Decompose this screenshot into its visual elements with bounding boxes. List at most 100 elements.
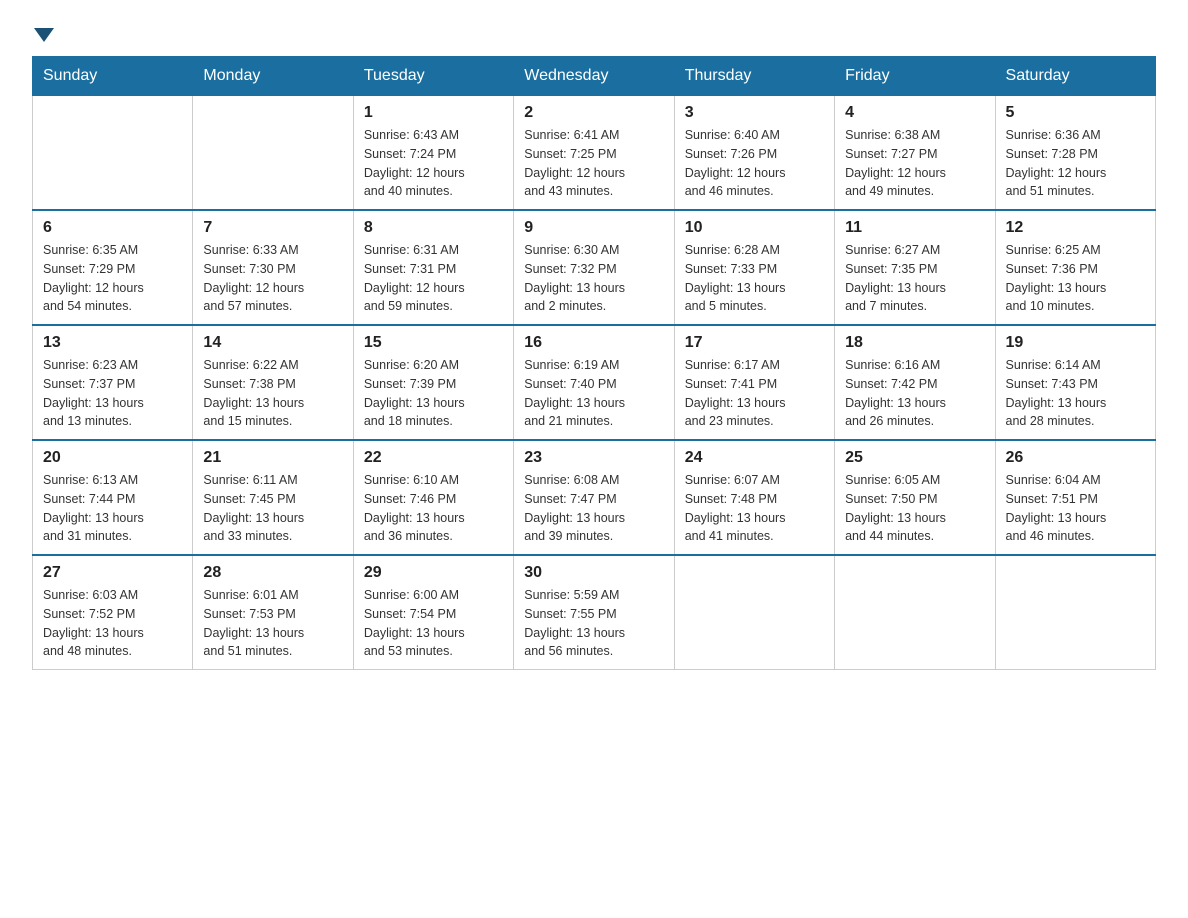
calendar-week-row: 6 Sunrise: 6:35 AMSunset: 7:29 PMDaylight… <box>33 210 1156 325</box>
day-info: Sunrise: 6:04 AMSunset: 7:51 PMDaylight:… <box>1006 471 1145 546</box>
day-info: Sunrise: 6:28 AMSunset: 7:33 PMDaylight:… <box>685 241 824 316</box>
calendar-cell: 16 Sunrise: 6:19 AMSunset: 7:40 PMDayligh… <box>514 325 674 440</box>
day-number: 11 <box>845 219 984 237</box>
calendar-cell <box>835 555 995 670</box>
calendar-header-sunday: Sunday <box>33 57 193 96</box>
day-info: Sunrise: 6:22 AMSunset: 7:38 PMDaylight:… <box>203 356 342 431</box>
day-info: Sunrise: 6:27 AMSunset: 7:35 PMDaylight:… <box>845 241 984 316</box>
day-info: Sunrise: 6:36 AMSunset: 7:28 PMDaylight:… <box>1006 126 1145 201</box>
calendar-week-row: 27 Sunrise: 6:03 AMSunset: 7:52 PMDayligh… <box>33 555 1156 670</box>
day-number: 12 <box>1006 219 1145 237</box>
calendar-cell: 26 Sunrise: 6:04 AMSunset: 7:51 PMDayligh… <box>995 440 1155 555</box>
day-info: Sunrise: 6:03 AMSunset: 7:52 PMDaylight:… <box>43 586 182 661</box>
calendar-cell: 8Sunrise: 6:31 AMSunset: 7:31 PMDaylight… <box>353 210 513 325</box>
calendar-cell: 11 Sunrise: 6:27 AMSunset: 7:35 PMDayligh… <box>835 210 995 325</box>
calendar-cell: 9 Sunrise: 6:30 AMSunset: 7:32 PMDaylight… <box>514 210 674 325</box>
day-number: 26 <box>1006 449 1145 467</box>
day-number: 25 <box>845 449 984 467</box>
day-number: 10 <box>685 219 824 237</box>
calendar-cell: 3 Sunrise: 6:40 AMSunset: 7:26 PMDaylight… <box>674 96 834 211</box>
day-info: Sunrise: 6:30 AMSunset: 7:32 PMDaylight:… <box>524 241 663 316</box>
calendar-header-row: SundayMondayTuesdayWednesdayThursdayFrid… <box>33 57 1156 96</box>
day-info: Sunrise: 6:00 AMSunset: 7:54 PMDaylight:… <box>364 586 503 661</box>
day-number: 6 <box>43 219 182 237</box>
day-number: 13 <box>43 334 182 352</box>
day-number: 19 <box>1006 334 1145 352</box>
day-info: Sunrise: 6:38 AMSunset: 7:27 PMDaylight:… <box>845 126 984 201</box>
day-number: 29 <box>364 564 503 582</box>
day-number: 27 <box>43 564 182 582</box>
calendar-table: SundayMondayTuesdayWednesdayThursdayFrid… <box>32 56 1156 670</box>
day-number: 3 <box>685 104 824 122</box>
calendar-cell: 13Sunrise: 6:23 AMSunset: 7:37 PMDayligh… <box>33 325 193 440</box>
day-info: Sunrise: 6:17 AMSunset: 7:41 PMDaylight:… <box>685 356 824 431</box>
calendar-cell: 20 Sunrise: 6:13 AMSunset: 7:44 PMDayligh… <box>33 440 193 555</box>
calendar-cell: 24 Sunrise: 6:07 AMSunset: 7:48 PMDayligh… <box>674 440 834 555</box>
day-number: 4 <box>845 104 984 122</box>
calendar-cell: 14 Sunrise: 6:22 AMSunset: 7:38 PMDayligh… <box>193 325 353 440</box>
day-number: 7 <box>203 219 342 237</box>
day-number: 28 <box>203 564 342 582</box>
calendar-cell: 6 Sunrise: 6:35 AMSunset: 7:29 PMDaylight… <box>33 210 193 325</box>
calendar-header-monday: Monday <box>193 57 353 96</box>
calendar-cell <box>193 96 353 211</box>
day-info: Sunrise: 6:33 AMSunset: 7:30 PMDaylight:… <box>203 241 342 316</box>
calendar-cell: 30 Sunrise: 5:59 AMSunset: 7:55 PMDayligh… <box>514 555 674 670</box>
calendar-cell: 10 Sunrise: 6:28 AMSunset: 7:33 PMDayligh… <box>674 210 834 325</box>
day-info: Sunrise: 6:19 AMSunset: 7:40 PMDaylight:… <box>524 356 663 431</box>
day-number: 8 <box>364 219 503 237</box>
calendar-cell: 12 Sunrise: 6:25 AMSunset: 7:36 PMDayligh… <box>995 210 1155 325</box>
calendar-week-row: 20 Sunrise: 6:13 AMSunset: 7:44 PMDayligh… <box>33 440 1156 555</box>
calendar-cell: 25 Sunrise: 6:05 AMSunset: 7:50 PMDayligh… <box>835 440 995 555</box>
day-info: Sunrise: 6:05 AMSunset: 7:50 PMDaylight:… <box>845 471 984 546</box>
day-number: 21 <box>203 449 342 467</box>
day-info: Sunrise: 6:25 AMSunset: 7:36 PMDaylight:… <box>1006 241 1145 316</box>
logo-arrow-icon <box>34 28 54 42</box>
calendar-cell: 18 Sunrise: 6:16 AMSunset: 7:42 PMDayligh… <box>835 325 995 440</box>
calendar-header-thursday: Thursday <box>674 57 834 96</box>
day-info: Sunrise: 6:08 AMSunset: 7:47 PMDaylight:… <box>524 471 663 546</box>
day-number: 24 <box>685 449 824 467</box>
day-info: Sunrise: 5:59 AMSunset: 7:55 PMDaylight:… <box>524 586 663 661</box>
calendar-header-saturday: Saturday <box>995 57 1155 96</box>
day-info: Sunrise: 6:40 AMSunset: 7:26 PMDaylight:… <box>685 126 824 201</box>
calendar-header-friday: Friday <box>835 57 995 96</box>
calendar-header-wednesday: Wednesday <box>514 57 674 96</box>
day-info: Sunrise: 6:41 AMSunset: 7:25 PMDaylight:… <box>524 126 663 201</box>
calendar-cell: 22Sunrise: 6:10 AMSunset: 7:46 PMDayligh… <box>353 440 513 555</box>
day-info: Sunrise: 6:07 AMSunset: 7:48 PMDaylight:… <box>685 471 824 546</box>
calendar-cell: 29 Sunrise: 6:00 AMSunset: 7:54 PMDayligh… <box>353 555 513 670</box>
calendar-cell: 15Sunrise: 6:20 AMSunset: 7:39 PMDayligh… <box>353 325 513 440</box>
calendar-cell: 28 Sunrise: 6:01 AMSunset: 7:53 PMDayligh… <box>193 555 353 670</box>
calendar-cell: 17 Sunrise: 6:17 AMSunset: 7:41 PMDayligh… <box>674 325 834 440</box>
day-info: Sunrise: 6:11 AMSunset: 7:45 PMDaylight:… <box>203 471 342 546</box>
day-info: Sunrise: 6:16 AMSunset: 7:42 PMDaylight:… <box>845 356 984 431</box>
day-number: 23 <box>524 449 663 467</box>
page-header <box>32 24 1156 40</box>
day-info: Sunrise: 6:14 AMSunset: 7:43 PMDaylight:… <box>1006 356 1145 431</box>
day-info: Sunrise: 6:35 AMSunset: 7:29 PMDaylight:… <box>43 241 182 316</box>
day-number: 5 <box>1006 104 1145 122</box>
calendar-cell: 19 Sunrise: 6:14 AMSunset: 7:43 PMDayligh… <box>995 325 1155 440</box>
day-info: Sunrise: 6:10 AMSunset: 7:46 PMDaylight:… <box>364 471 503 546</box>
day-number: 17 <box>685 334 824 352</box>
day-number: 18 <box>845 334 984 352</box>
day-number: 9 <box>524 219 663 237</box>
day-info: Sunrise: 6:43 AMSunset: 7:24 PMDaylight:… <box>364 126 503 201</box>
calendar-cell <box>995 555 1155 670</box>
day-number: 14 <box>203 334 342 352</box>
calendar-cell: 5 Sunrise: 6:36 AMSunset: 7:28 PMDaylight… <box>995 96 1155 211</box>
calendar-week-row: 1 Sunrise: 6:43 AMSunset: 7:24 PMDaylight… <box>33 96 1156 211</box>
day-number: 16 <box>524 334 663 352</box>
calendar-cell <box>33 96 193 211</box>
logo <box>32 24 54 40</box>
calendar-header-tuesday: Tuesday <box>353 57 513 96</box>
calendar-week-row: 13Sunrise: 6:23 AMSunset: 7:37 PMDayligh… <box>33 325 1156 440</box>
day-info: Sunrise: 6:13 AMSunset: 7:44 PMDaylight:… <box>43 471 182 546</box>
calendar-cell: 23 Sunrise: 6:08 AMSunset: 7:47 PMDayligh… <box>514 440 674 555</box>
day-info: Sunrise: 6:20 AMSunset: 7:39 PMDaylight:… <box>364 356 503 431</box>
day-number: 30 <box>524 564 663 582</box>
day-number: 20 <box>43 449 182 467</box>
day-info: Sunrise: 6:01 AMSunset: 7:53 PMDaylight:… <box>203 586 342 661</box>
day-number: 1 <box>364 104 503 122</box>
